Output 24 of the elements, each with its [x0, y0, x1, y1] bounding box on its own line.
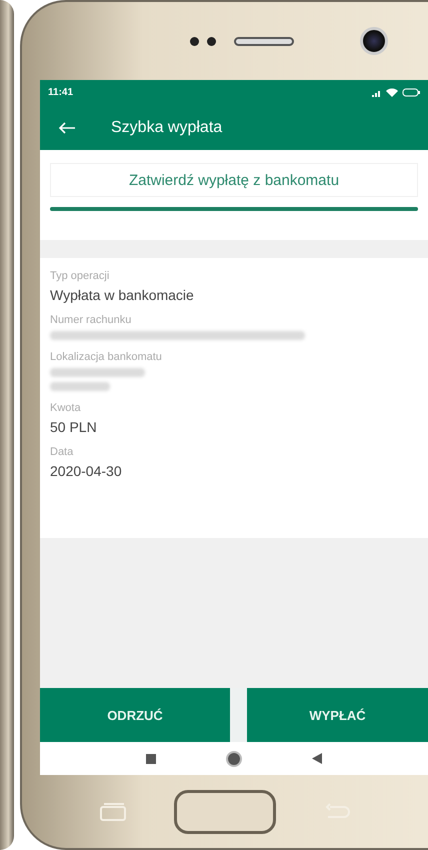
- field-label: Data: [50, 446, 74, 458]
- field-label: Numer rachunku: [50, 314, 132, 326]
- field-value: 2020-04-30: [50, 463, 122, 479]
- home-circle-icon[interactable]: [226, 750, 242, 766]
- back-triangle-icon[interactable]: [312, 753, 322, 764]
- wifi-icon: [386, 88, 398, 97]
- field-value: Wypłata w bankomacie: [50, 287, 194, 303]
- square-icon[interactable]: [146, 754, 156, 764]
- withdraw-button[interactable]: WYPŁAĆ: [247, 688, 428, 742]
- battery-icon: [402, 88, 420, 97]
- signal-icon: [372, 88, 382, 96]
- field-value: 50 PLN: [50, 419, 97, 435]
- screen-title: Szybka wypłata: [111, 118, 222, 136]
- redacted-value: [50, 382, 110, 391]
- field-label: Typ operacji: [50, 270, 110, 282]
- field-label: Lokalizacja bankomatu: [50, 351, 162, 363]
- field-label: Kwota: [50, 402, 81, 414]
- home-button[interactable]: [174, 790, 276, 834]
- camera-icon: [360, 27, 388, 55]
- back-arrow-icon[interactable]: [58, 122, 76, 134]
- confirm-title: Zatwierdź wypłatę z bankomatu: [128, 172, 340, 188]
- reject-button[interactable]: ODRZUĆ: [40, 688, 230, 742]
- speaker-icon: [234, 36, 294, 46]
- status-time: 11:41: [48, 87, 74, 98]
